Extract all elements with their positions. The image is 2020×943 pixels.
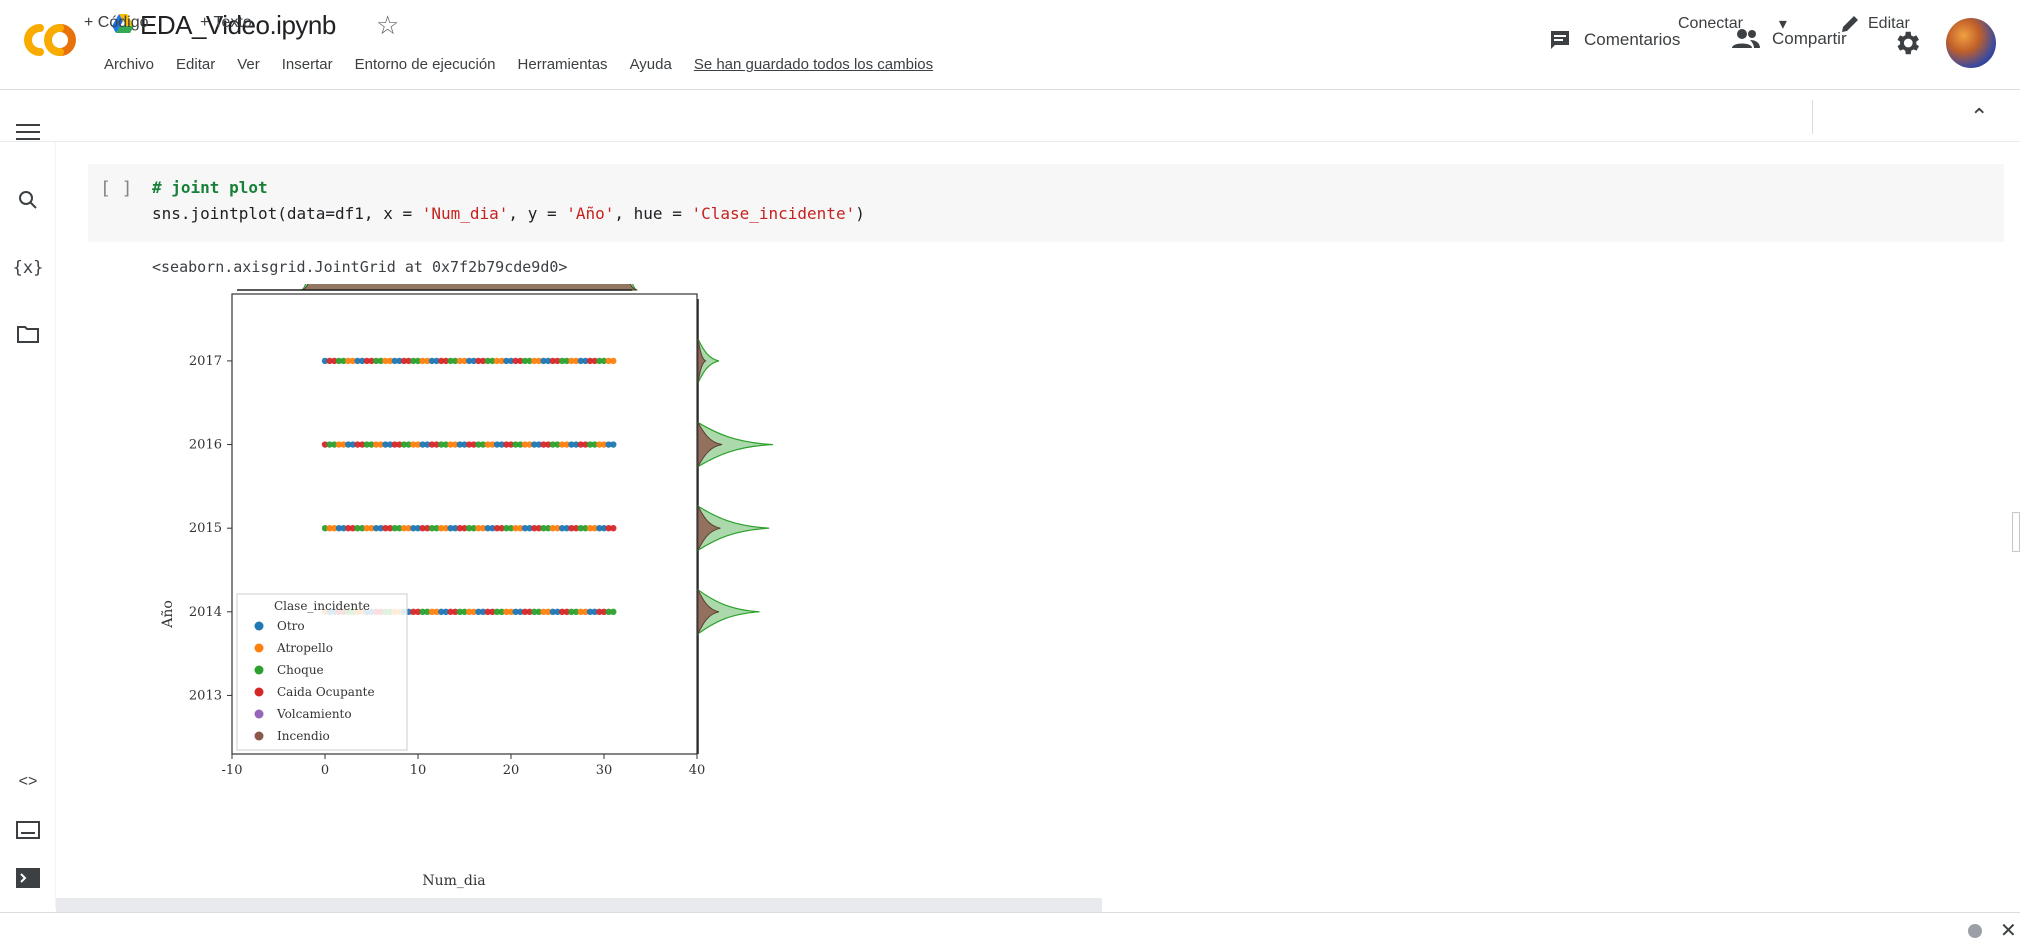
folder-icon[interactable]	[14, 320, 42, 348]
terminal-icon[interactable]	[14, 864, 42, 892]
chevron-up-icon[interactable]: ⌃	[1970, 104, 1988, 130]
legend-label: Otro	[277, 619, 305, 633]
menu-help[interactable]: Ayuda	[630, 56, 672, 73]
code-line[interactable]: sns.jointplot(data=df1, x = 'Num_dia', y…	[152, 204, 865, 223]
add-code-button[interactable]: + Código	[84, 14, 149, 32]
legend-marker	[254, 621, 264, 631]
y-tick-label: 2014	[189, 605, 222, 620]
code-string-y: 'Año'	[566, 204, 615, 223]
joint-plot: -10 0 10 20 30 40 2013 2014 2015 2016 2017 Num_dia…	[160, 284, 774, 889]
x-tick-label: 40	[689, 763, 706, 778]
menu-insert[interactable]: Insertar	[282, 56, 333, 73]
menu-view[interactable]: Ver	[237, 56, 260, 73]
comments-button[interactable]: Comentarios	[1548, 28, 1680, 52]
marginal-y-kde	[697, 299, 774, 754]
marginal-x-kde	[237, 284, 638, 291]
legend-marker	[254, 731, 264, 741]
code-token: sns.jointplot(data=df1, x =	[152, 204, 422, 223]
y-tick-label: 2017	[189, 354, 222, 369]
save-status-link[interactable]: Se han guardado todos los cambios	[694, 56, 933, 73]
command-palette-icon[interactable]	[14, 816, 42, 844]
notebook-toolbar	[0, 90, 2020, 142]
comment-icon	[1551, 31, 1569, 49]
avatar[interactable]	[1946, 18, 1996, 68]
run-cell-button[interactable]: [ ]	[100, 178, 133, 199]
menu-edit[interactable]: Editar	[176, 56, 215, 73]
scatter-points	[321, 357, 617, 616]
code-string-x: 'Num_dia'	[421, 204, 509, 223]
legend-label: Choque	[277, 663, 324, 677]
x-tick-label: 30	[596, 763, 613, 778]
star-icon[interactable]: ☆	[376, 10, 399, 41]
x-tick-label: -10	[222, 763, 243, 778]
comments-label: Comentarios	[1584, 30, 1681, 49]
menu-file[interactable]: Archivo	[104, 56, 154, 73]
marginal-x-incendio	[300, 284, 638, 291]
status-bar	[0, 912, 2020, 940]
connect-button[interactable]: Conectar ▾	[1678, 14, 1787, 34]
resize-handle[interactable]	[2012, 512, 2020, 552]
legend-label: Volcamiento	[276, 707, 352, 721]
toolbar-divider	[1812, 100, 1813, 134]
legend-marker	[254, 643, 264, 653]
y-tick-label: 2016	[189, 438, 222, 453]
legend-marker	[254, 665, 264, 675]
legend: Clase_incidente Otro Atropello Choque Caida …	[236, 593, 408, 751]
code-comment[interactable]: # joint plot	[152, 178, 268, 197]
code-cell[interactable]	[88, 164, 2004, 242]
x-tick-label: 20	[503, 763, 520, 778]
add-text-button[interactable]: + Texto	[200, 14, 252, 32]
scatter-point	[610, 608, 617, 616]
y-tick-label: 2013	[189, 688, 222, 703]
horizontal-scrollbar[interactable]	[56, 898, 1102, 912]
variables-icon[interactable]: {x}	[13, 254, 44, 282]
x-axis-label: Num_dia	[422, 873, 485, 889]
caret-down-icon[interactable]: ▾	[1779, 14, 1787, 34]
code-token: , y =	[508, 204, 567, 223]
legend-marker	[254, 709, 264, 719]
legend-label: Incendio	[277, 729, 330, 743]
status-indicator-icon[interactable]	[1968, 924, 1982, 938]
legend-title: Clase_incidente	[274, 599, 370, 613]
code-token: )	[855, 204, 865, 223]
legend-marker	[254, 687, 264, 697]
menu-icon[interactable]	[14, 118, 42, 146]
x-tick-label: 10	[410, 763, 427, 778]
colab-logo[interactable]	[18, 18, 82, 62]
scatter-point	[610, 357, 617, 365]
scatter-point	[610, 524, 617, 532]
y-axis-label: Año	[160, 600, 176, 629]
menu-runtime[interactable]: Entorno de ejecución	[355, 56, 496, 73]
code-token: , hue =	[614, 204, 692, 223]
code-snippets-icon[interactable]: <>	[14, 768, 42, 796]
edit-label: Editar	[1868, 15, 1910, 32]
pencil-icon	[1842, 16, 1858, 32]
y-tick-label: 2015	[189, 521, 222, 536]
search-icon[interactable]	[14, 186, 42, 214]
cell-output-text: <seaborn.axisgrid.JointGrid at 0x7f2b79c…	[152, 258, 568, 276]
legend-label: Atropello	[276, 641, 333, 655]
legend-label: Caida Ocupante	[277, 685, 375, 699]
edit-button[interactable]: Editar	[1840, 14, 1910, 34]
left-sidebar: {x} <>	[0, 124, 56, 908]
menu-bar: Archivo Editar Ver Insertar Entorno de e…	[104, 56, 955, 73]
scatter-point	[610, 441, 617, 448]
menu-tools[interactable]: Herramientas	[518, 56, 608, 73]
code-string-hue: 'Clase_incidente'	[691, 204, 856, 223]
connect-label: Conectar	[1678, 15, 1743, 32]
close-icon[interactable]: ✕	[2000, 918, 2017, 943]
x-tick-label: 0	[321, 763, 329, 778]
